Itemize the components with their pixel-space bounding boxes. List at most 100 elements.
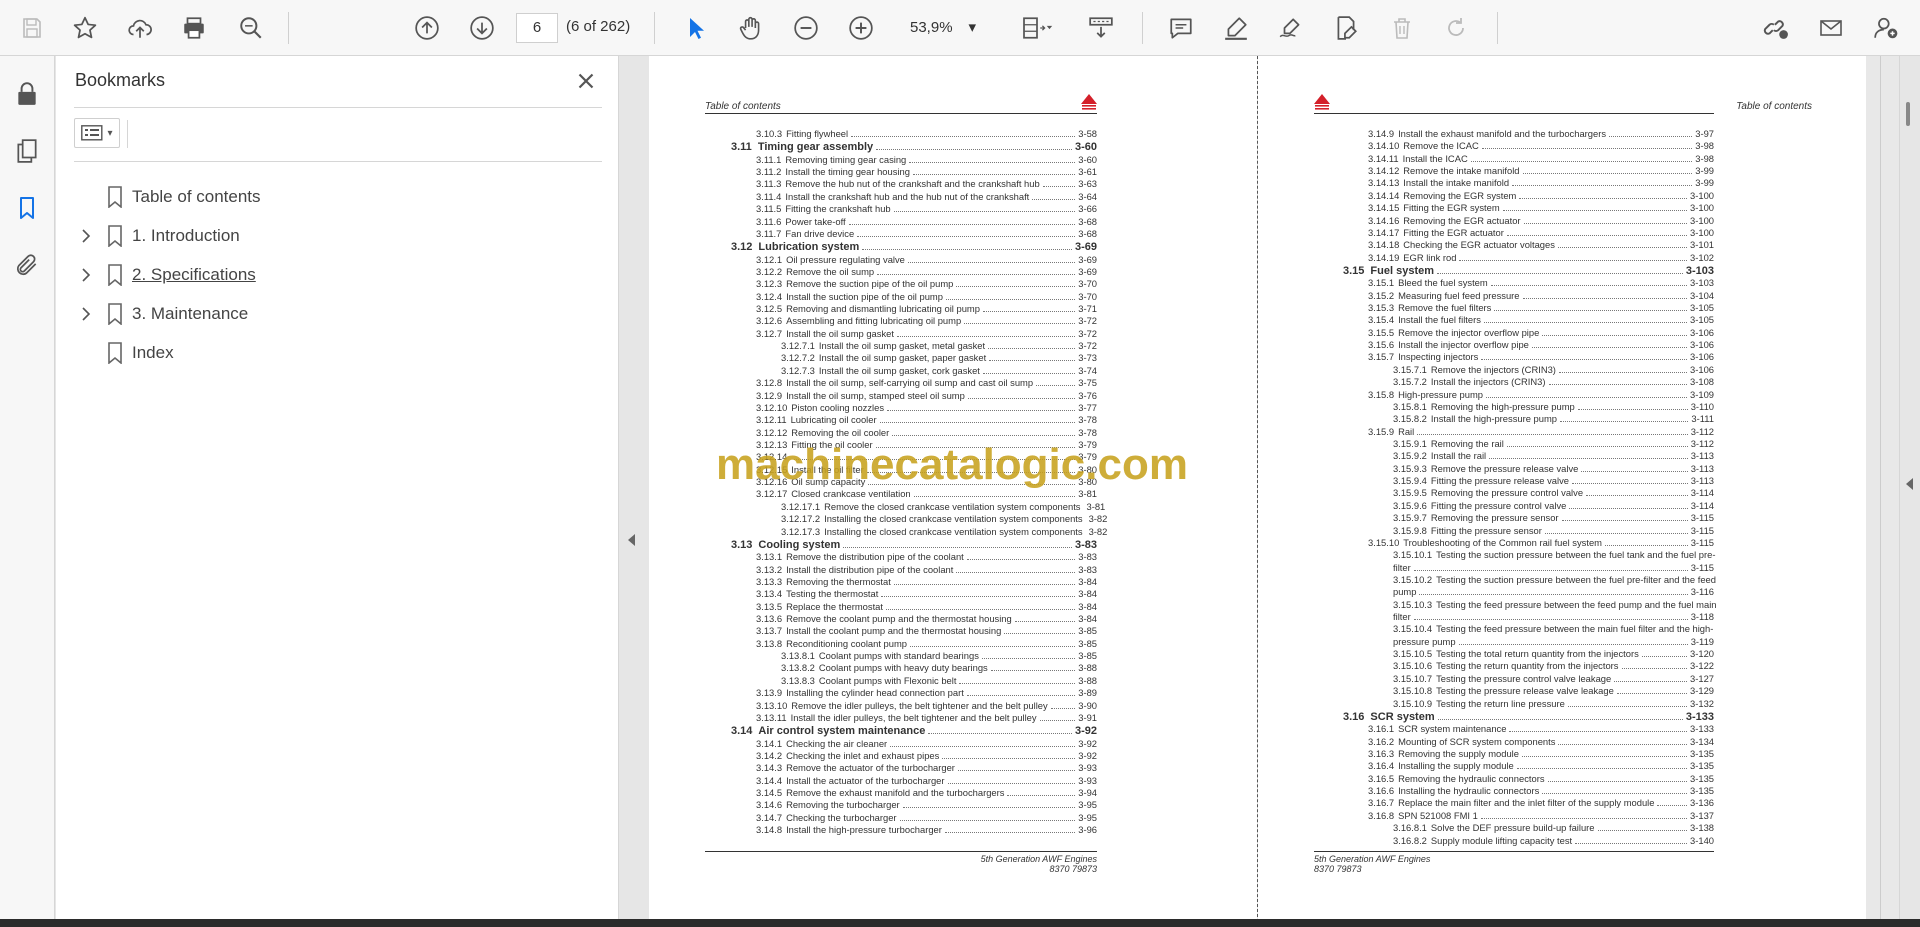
collapse-left-icon[interactable] xyxy=(628,534,635,546)
bookmark-options-button[interactable]: ▾ xyxy=(74,118,120,148)
toc-row[interactable]: 3.14.15 Fitting the EGR system 3-100 xyxy=(1368,202,1714,214)
toc-row[interactable]: 3.14.14 Removing the EGR system 3-100 xyxy=(1368,190,1714,202)
panel-splitter[interactable] xyxy=(619,56,649,927)
toc-row[interactable]: 3.11.3 Remove the hub nut of the cranksha… xyxy=(756,178,1097,190)
toc-section-row[interactable]: 3.13 Cooling system 3-83 xyxy=(731,539,1097,551)
toc-row[interactable]: 3.15.10.3 Testing the feed pressure betwe… xyxy=(1393,599,1717,611)
toc-row[interactable]: 3.14.6 Removing the turbocharger 3-95 xyxy=(756,799,1097,811)
zoom-select[interactable]: 53,9% ▾ xyxy=(896,13,988,43)
redo-icon[interactable] xyxy=(1438,10,1474,46)
upload-icon[interactable] xyxy=(122,10,158,46)
toc-row[interactable]: 3.15.8.2 Install the high-pressure pump 3-… xyxy=(1393,413,1714,425)
toc-row[interactable]: 3.13.8 Reconditioning coolant pump 3-85 xyxy=(756,638,1097,650)
toc-row[interactable]: 3.14.9 Install the exhaust manifold and t… xyxy=(1368,128,1714,140)
toc-section-row[interactable]: 3.12 Lubrication system 3-69 xyxy=(731,241,1097,253)
toc-row[interactable]: 3.12.17.1 Remove the closed crankcase ven… xyxy=(781,501,1105,513)
page-up-icon[interactable] xyxy=(409,10,445,46)
share-link-icon[interactable] xyxy=(1757,10,1795,46)
toc-row[interactable]: 3.11.6 Power take-off 3-68 xyxy=(756,216,1097,228)
toc-row[interactable]: 3.14.5 Remove the exhaust manifold and th… xyxy=(756,787,1097,799)
toc-row[interactable]: 3.13.7 Install the coolant pump and the t… xyxy=(756,625,1097,637)
toc-row[interactable]: 3.16.1 SCR system maintenance 3-133 xyxy=(1368,723,1714,735)
toc-row[interactable]: 3.15.3 Remove the fuel filters 3-105 xyxy=(1368,302,1714,314)
sign-icon[interactable] xyxy=(1273,10,1309,46)
toc-row[interactable]: 3.15.5 Remove the injector overflow pipe 3… xyxy=(1368,327,1714,339)
toc-row[interactable]: 3.15.10.1 Testing the suction pressure be… xyxy=(1393,549,1715,561)
toc-section-row[interactable]: 3.16 SCR system 3-133 xyxy=(1343,711,1714,723)
toc-row[interactable]: 3.15.10.6 Testing the return quantity fro… xyxy=(1393,660,1714,672)
zoom-in-icon[interactable] xyxy=(843,10,879,46)
toc-row[interactable]: 3.15.9.7 Removing the pressure sensor 3-11… xyxy=(1393,512,1714,524)
toc-row[interactable]: 3.15.10.4 Testing the feed pressure betwe… xyxy=(1393,623,1714,635)
toc-row[interactable]: 3.12.4 Install the suction pipe of the oi… xyxy=(756,291,1097,303)
toc-row[interactable]: 3.15.4 Install the fuel filters 3-105 xyxy=(1368,314,1714,326)
toc-row[interactable]: 3.12.10 Piston cooling nozzles 3-77 xyxy=(756,402,1097,414)
toc-row[interactable]: 3.13.11 Install the idler pulleys, the be… xyxy=(756,712,1097,724)
toc-row[interactable]: 3.13.9 Installing the cylinder head conne… xyxy=(756,687,1097,699)
toc-row[interactable]: 3.14.17 Fitting the EGR actuator 3-100 xyxy=(1368,227,1714,239)
toc-row[interactable]: 3.12.7.3 Install the oil sump gasket, cor… xyxy=(781,365,1097,377)
hand-icon[interactable] xyxy=(733,10,769,46)
toc-row[interactable]: 3.16.5 Removing the hydraulic connectors 3… xyxy=(1368,773,1714,785)
toc-row[interactable]: 3.12.7 Install the oil sump gasket 3-72 xyxy=(756,328,1097,340)
toc-row[interactable]: 3.15.6 Install the injector overflow pipe… xyxy=(1368,339,1714,351)
toc-row[interactable]: 3.11.1 Removing timing gear casing 3-60 xyxy=(756,154,1097,166)
toc-row[interactable]: 3.15.9.4 Fitting the pressure release val… xyxy=(1393,475,1714,487)
toc-row[interactable]: 3.15.2 Measuring fuel feed pressure 3-104 xyxy=(1368,290,1714,302)
toc-row[interactable]: 3.16.8.1 Solve the DEF pressure build-up … xyxy=(1393,822,1714,834)
toc-row[interactable]: 3.16.7 Replace the main filter and the in… xyxy=(1368,797,1714,809)
toc-row[interactable]: 3.12.17.2 Installing the closed crankcase… xyxy=(781,513,1107,525)
toc-row[interactable]: 3.15.1 Bleed the fuel system 3-103 xyxy=(1368,277,1714,289)
toc-row[interactable]: 3.14.1 Checking the air cleaner 3-92 xyxy=(756,738,1097,750)
toc-row[interactable]: 3.15.10.7 Testing the pressure control va… xyxy=(1393,673,1714,685)
delete-icon[interactable] xyxy=(1384,10,1420,46)
toc-row[interactable]: 3.16.4 Installing the supply module 3-135 xyxy=(1368,760,1714,772)
page-number-input[interactable]: 6 xyxy=(516,13,558,43)
toc-section-row[interactable]: 3.14 Air control system maintenance 3-92 xyxy=(731,725,1097,737)
toc-row[interactable]: 3.11.7 Fan drive device 3-68 xyxy=(756,228,1097,240)
chevron-right-icon[interactable] xyxy=(74,299,98,329)
lock-icon[interactable] xyxy=(9,76,45,112)
pages-icon[interactable] xyxy=(9,133,45,169)
toc-row-continuation[interactable]: filter 3-115 xyxy=(1393,562,1714,574)
toc-row[interactable]: 3.15.10.9 Testing the return line pressur… xyxy=(1393,698,1714,710)
toc-row[interactable]: 3.14.18 Checking the EGR actuator voltag… xyxy=(1368,239,1714,251)
toc-row[interactable]: 3.12.5 Removing and dismantling lubricati… xyxy=(756,303,1097,315)
toc-section-row[interactable]: 3.15 Fuel system 3-103 xyxy=(1343,265,1714,277)
toc-row[interactable]: 3.10.3 Fitting flywheel 3-58 xyxy=(756,128,1097,140)
toc-row[interactable]: 3.12.7.1 Install the oil sump gasket, met… xyxy=(781,340,1097,352)
toc-row[interactable]: 3.16.8 SPN 521008 FMI 1 3-137 xyxy=(1368,810,1714,822)
select-arrow-icon[interactable] xyxy=(678,10,714,46)
toc-row[interactable]: 3.13.1 Remove the distribution pipe of th… xyxy=(756,551,1097,563)
toc-row[interactable]: 3.12.11 Lubricating oil cooler 3-78 xyxy=(756,414,1097,426)
scroll-mode-icon[interactable] xyxy=(1083,10,1119,46)
user-icon[interactable] xyxy=(1868,10,1904,46)
toc-row[interactable]: 3.12.7.2 Install the oil sump gasket, pap… xyxy=(781,352,1097,364)
toc-row[interactable]: 3.14.2 Checking the inlet and exhaust pip… xyxy=(756,750,1097,762)
toc-row[interactable]: 3.13.2 Install the distribution pipe of t… xyxy=(756,564,1097,576)
bookmark-item-maintenance[interactable]: 3. Maintenance xyxy=(74,299,594,329)
toc-row[interactable]: 3.11.2 Install the timing gear housing 3-6… xyxy=(756,166,1097,178)
search-zoom-icon[interactable] xyxy=(233,10,269,46)
toc-row[interactable]: 3.13.3 Removing the thermostat 3-84 xyxy=(756,576,1097,588)
bookmark-item-introduction[interactable]: 1. Introduction xyxy=(74,221,594,251)
comment-icon[interactable] xyxy=(1163,10,1199,46)
toc-row[interactable]: 3.15.9.2 Install the rail 3-113 xyxy=(1393,450,1714,462)
toc-row[interactable]: 3.14.3 Remove the actuator of the turboch… xyxy=(756,762,1097,774)
toc-row[interactable]: 3.13.8.1 Coolant pumps with standard bear… xyxy=(781,650,1097,662)
toc-row-continuation[interactable]: pump 3-116 xyxy=(1393,586,1714,598)
bookmark-item-specifications[interactable]: 2. Specifications xyxy=(74,260,594,290)
bookmark-item-table-of-contents[interactable]: Table of contents xyxy=(74,182,594,212)
mail-icon[interactable] xyxy=(1813,10,1849,46)
toc-row[interactable]: 3.14.10 Remove the ICAC 3-98 xyxy=(1368,140,1714,152)
toc-row[interactable]: 3.14.12 Remove the intake manifold 3-99 xyxy=(1368,165,1714,177)
toc-row[interactable]: 3.15.10.5 Testing the total return quanti… xyxy=(1393,648,1714,660)
toc-row[interactable]: 3.12.1 Oil pressure regulating valve 3-69 xyxy=(756,254,1097,266)
toc-row[interactable]: 3.12.8 Install the oil sump, self-carryin… xyxy=(756,377,1097,389)
toc-row[interactable]: 3.11.4 Install the crankshaft hub and the… xyxy=(756,191,1097,203)
page-fit-icon[interactable] xyxy=(1014,10,1060,46)
toc-row[interactable]: 3.16.8.2 Supply module lifting capacity t… xyxy=(1393,835,1714,847)
print-icon[interactable] xyxy=(176,10,212,46)
toc-row[interactable]: 3.12.3 Remove the suction pipe of the oil… xyxy=(756,278,1097,290)
toc-row[interactable]: 3.12.6 Assembling and fitting lubricating… xyxy=(756,315,1097,327)
